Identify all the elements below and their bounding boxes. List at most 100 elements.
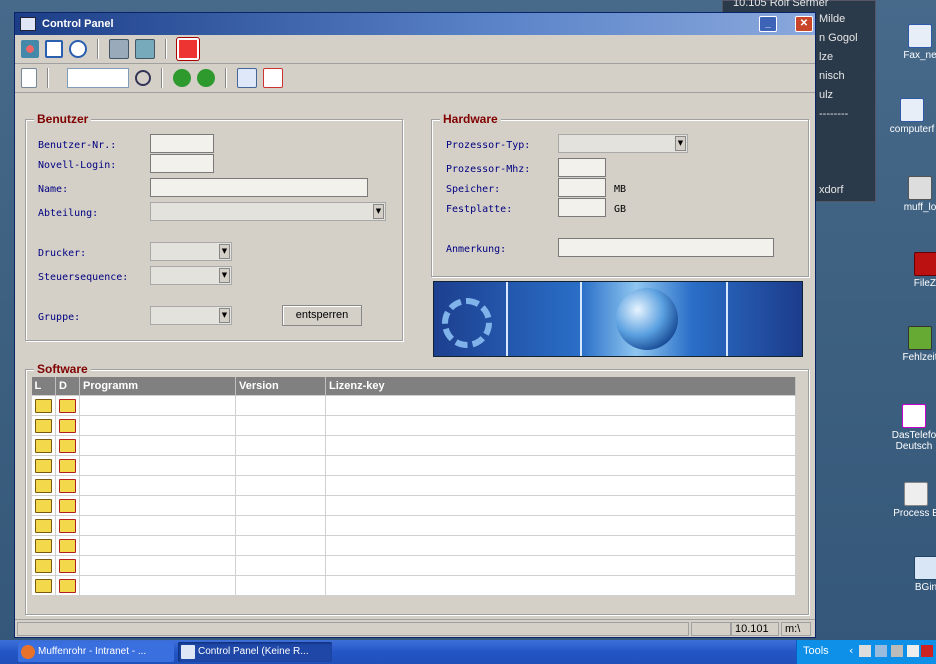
column-header-l[interactable]: L xyxy=(31,377,56,396)
delete-icon[interactable] xyxy=(263,68,283,88)
lizenz-key-cell[interactable] xyxy=(325,435,796,456)
programm-cell[interactable] xyxy=(79,535,236,556)
delete-folder-icon[interactable] xyxy=(59,498,76,513)
lizenz-key-cell[interactable] xyxy=(325,475,796,496)
delete-folder-icon[interactable] xyxy=(59,518,76,533)
desktop-icon-filezilla[interactable]: FileZi xyxy=(896,252,936,289)
delete-folder-icon[interactable] xyxy=(59,418,76,433)
column-header-programm[interactable]: Programm xyxy=(79,377,236,396)
check-icon[interactable] xyxy=(237,68,257,88)
delete-folder-icon[interactable] xyxy=(59,558,76,573)
programm-cell[interactable] xyxy=(79,475,236,496)
users-icon[interactable] xyxy=(21,40,39,58)
delete-folder-icon[interactable] xyxy=(59,458,76,473)
desktop-icon-muff[interactable]: muff_lo xyxy=(890,176,936,213)
lizenz-key-cell[interactable] xyxy=(325,535,796,556)
version-cell[interactable] xyxy=(235,415,326,436)
install-folder-icon[interactable] xyxy=(35,538,52,553)
festplatte-field[interactable] xyxy=(558,198,606,217)
desktop-icon-telefon[interactable]: DasTelefo Deutsch xyxy=(884,404,936,452)
version-cell[interactable] xyxy=(235,495,326,516)
table-row[interactable] xyxy=(31,475,796,496)
chevron-down-icon[interactable]: ▼ xyxy=(373,204,384,219)
help-icon[interactable] xyxy=(69,40,87,58)
prozessor-mhz-field[interactable] xyxy=(558,158,606,177)
desktop-icon-fax[interactable]: Fax_ne xyxy=(890,24,936,61)
chevron-down-icon[interactable]: ▼ xyxy=(219,268,230,283)
table-row[interactable] xyxy=(31,395,796,416)
install-folder-icon[interactable] xyxy=(35,478,52,493)
install-folder-icon[interactable] xyxy=(35,498,52,513)
table-row[interactable] xyxy=(31,555,796,576)
delete-folder-icon[interactable] xyxy=(59,438,76,453)
table-row[interactable] xyxy=(31,575,796,596)
search-input[interactable] xyxy=(67,68,129,88)
column-header-lizenz-key[interactable]: Lizenz-key xyxy=(325,377,796,396)
novell-login-field[interactable] xyxy=(150,154,214,173)
version-cell[interactable] xyxy=(235,555,326,576)
printer-icon[interactable] xyxy=(891,645,903,657)
minimize-button[interactable]: _ xyxy=(759,16,777,32)
computer-icon[interactable] xyxy=(109,39,129,59)
tools-toolbar-label[interactable]: Tools xyxy=(803,645,829,657)
install-folder-icon[interactable] xyxy=(35,418,52,433)
network-icon[interactable] xyxy=(875,645,887,657)
programm-cell[interactable] xyxy=(79,515,236,536)
desktop-icon-computer[interactable]: computerf xyxy=(882,98,936,135)
table-row[interactable] xyxy=(31,535,796,556)
title-bar[interactable]: Control Panel _ ✕ xyxy=(15,13,815,35)
abteilung-select[interactable]: ▼ xyxy=(150,202,386,221)
anmerkung-field[interactable] xyxy=(558,238,774,257)
lizenz-key-cell[interactable] xyxy=(325,575,796,596)
programm-cell[interactable] xyxy=(79,415,236,436)
install-folder-icon[interactable] xyxy=(35,458,52,473)
programm-cell[interactable] xyxy=(79,575,236,596)
desktop-icon-fehlzeiten[interactable]: Fehlzeit xyxy=(890,326,936,363)
name-field[interactable] xyxy=(150,178,368,197)
back-icon[interactable] xyxy=(173,69,191,87)
version-cell[interactable] xyxy=(235,455,326,476)
prozessor-typ-select[interactable]: ▼ xyxy=(558,134,688,153)
window-icon[interactable] xyxy=(45,40,63,58)
table-row[interactable] xyxy=(31,415,796,436)
taskbar-item-control-panel[interactable]: Control Panel (Keine R... xyxy=(178,642,332,662)
table-row[interactable] xyxy=(31,455,796,476)
delete-folder-icon[interactable] xyxy=(59,398,76,413)
speicher-field[interactable] xyxy=(558,178,606,197)
network-icon[interactable] xyxy=(135,39,155,59)
version-cell[interactable] xyxy=(235,395,326,416)
lizenz-key-cell[interactable] xyxy=(325,555,796,576)
programm-cell[interactable] xyxy=(79,555,236,576)
install-folder-icon[interactable] xyxy=(35,518,52,533)
desktop-icon-bginfo[interactable]: BGin xyxy=(896,556,936,593)
search-icon[interactable] xyxy=(135,70,151,86)
version-cell[interactable] xyxy=(235,475,326,496)
programm-cell[interactable] xyxy=(79,395,236,416)
taskbar-item-intranet[interactable]: Muffenrohr - Intranet - ... xyxy=(18,642,174,662)
forward-icon[interactable] xyxy=(197,69,215,87)
column-header-d[interactable]: D xyxy=(55,377,80,396)
benutzer-nr-field[interactable] xyxy=(150,134,214,153)
delete-folder-icon[interactable] xyxy=(59,538,76,553)
steuersequence-select[interactable]: ▼ xyxy=(150,266,232,285)
delete-folder-icon[interactable] xyxy=(59,478,76,493)
drucker-select[interactable]: ▼ xyxy=(150,242,232,261)
entsperren-button[interactable]: entsperren xyxy=(282,305,362,326)
install-folder-icon[interactable] xyxy=(35,398,52,413)
gruppe-select[interactable]: ▼ xyxy=(150,306,232,325)
mail-icon[interactable] xyxy=(859,645,871,657)
table-row[interactable] xyxy=(31,515,796,536)
close-button[interactable]: ✕ xyxy=(795,16,813,32)
tray-app-icon[interactable] xyxy=(907,645,919,657)
chevron-down-icon[interactable]: ▼ xyxy=(219,244,230,259)
lizenz-key-cell[interactable] xyxy=(325,415,796,436)
table-row[interactable] xyxy=(31,435,796,456)
version-cell[interactable] xyxy=(235,435,326,456)
install-folder-icon[interactable] xyxy=(35,438,52,453)
lizenz-key-cell[interactable] xyxy=(325,515,796,536)
version-cell[interactable] xyxy=(235,575,326,596)
column-header-version[interactable]: Version xyxy=(235,377,326,396)
delete-folder-icon[interactable] xyxy=(59,578,76,593)
chevron-down-icon[interactable]: ▼ xyxy=(675,136,686,151)
chevron-left-icon[interactable]: ‹ xyxy=(849,644,853,657)
